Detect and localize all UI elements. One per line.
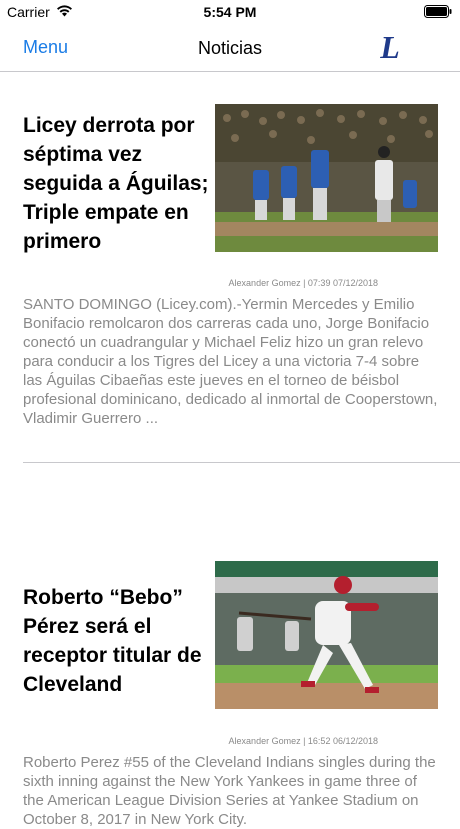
- news-article[interactable]: Roberto “Bebo” Pérez será el receptor ti…: [0, 0, 460, 828]
- article-byline: Alexander Gomez | 16:52 06/12/2018: [228, 736, 378, 746]
- article-photo-batter[interactable]: [215, 561, 438, 709]
- article-title[interactable]: Roberto “Bebo” Pérez será el receptor ti…: [23, 583, 209, 699]
